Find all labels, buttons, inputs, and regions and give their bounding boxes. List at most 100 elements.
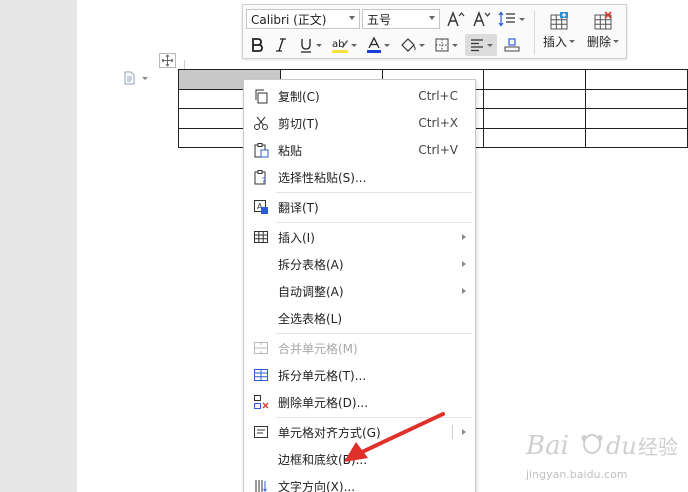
delete-button[interactable]: 删除 [578,11,628,57]
translate-icon: A [252,199,270,215]
grow-font-button[interactable] [445,8,467,30]
bold-button[interactable] [247,34,267,56]
cell-align-icon [252,424,270,440]
svg-text:经验: 经验 [638,435,678,459]
table-delete-icon [594,11,612,30]
chevron-down-icon [519,17,525,21]
chevron-down-icon [316,43,322,47]
chevron-down-icon [384,43,390,47]
svg-text:ab: ab [332,39,344,50]
table-insert-icon [550,12,568,30]
table-cell[interactable] [483,108,587,129]
borders-button[interactable] [431,34,461,56]
shrink-font-button[interactable] [471,8,493,30]
menu-item-translate[interactable]: A 翻译(T) [244,194,475,220]
italic-button[interactable] [271,34,291,56]
menu-item-paste[interactable]: 粘贴 Ctrl+V [244,137,475,163]
chevron-down-icon [613,40,619,43]
font-size-select[interactable]: 五号 [362,9,440,29]
menu-item-autofit[interactable]: 自动调整(A) [244,278,475,304]
menu-item-label: 剪切(T) [278,116,319,131]
shrink-font-icon [473,11,491,27]
menu-item-merge-cells: 合并单元格(M) [244,335,475,361]
merge-cells-icon [252,340,270,356]
menu-item-select-table[interactable]: 全选表格(L) [244,305,475,331]
highlight-button[interactable]: ab [329,34,359,56]
chevron-down-icon [419,43,425,47]
cell-alignment-icon [504,38,520,52]
menu-item-label: 拆分单元格(T)... [278,368,367,383]
font-color-button[interactable] [363,34,393,56]
menu-item-shortcut: Ctrl+V [418,143,458,157]
align-button[interactable] [465,34,497,56]
menu-item-copy[interactable]: 复制(C) Ctrl+C [244,83,475,109]
document-icon [124,71,135,85]
menu-item-label: 选择性粘贴(S)... [278,170,367,185]
doc-settings-button[interactable] [122,71,148,85]
paste-icon [252,142,270,158]
copy-icon [252,88,270,104]
menu-item-label: 自动调整(A) [278,284,344,299]
menu-item-shortcut: Ctrl+C [418,89,458,103]
menu-item-split-table[interactable]: 拆分表格(A) [244,251,475,277]
menu-item-paste-special[interactable]: ? 选择性粘贴(S)... [244,164,475,190]
menu-separator [276,333,472,334]
shading-button[interactable] [397,34,427,56]
chevron-down-icon [142,76,148,80]
chevron-down-icon [429,16,435,20]
menu-item-text-direction[interactable]: 文字方向(X)... [244,473,475,492]
menu-item-label: 翻译(T) [278,200,319,215]
menu-item-label: 复制(C) [278,89,320,104]
table-move-handle[interactable] [159,53,176,68]
paint-bucket-icon [401,38,416,52]
svg-text:Bai: Bai [525,431,569,461]
menu-item-insert[interactable]: 插入(I) [244,224,475,250]
italic-icon [276,38,286,52]
split-cells-icon [252,367,270,383]
table-cell[interactable] [483,88,587,109]
menu-item-label: 全选表格(L) [278,311,343,326]
table-cell[interactable] [585,127,688,148]
menu-separator [276,222,472,223]
font-name-select[interactable]: Calibri (正文) [246,9,360,29]
menu-separator [276,192,472,193]
underline-icon [301,39,311,53]
chevron-down-icon [487,43,493,47]
table-cell[interactable] [585,108,688,129]
underline-button[interactable] [295,34,325,56]
menu-item-shortcut: Ctrl+X [418,116,458,130]
line-spacing-button[interactable] [496,8,526,30]
font-name-value: Calibri (正文) [251,12,327,27]
table-cell[interactable] [585,69,688,90]
floating-toolbar: Calibri (正文) 五号 插入 删除 ab [242,4,627,59]
borders-icon [435,38,449,52]
table-insert-icon [252,229,270,245]
watermark-url: jingyan.baidu.com [526,468,628,481]
move-icon [161,54,174,67]
line-spacing-icon [498,11,515,27]
bold-icon [252,38,263,52]
delete-cells-icon [252,394,270,410]
menu-item-split-cells[interactable]: 拆分单元格(T)... [244,362,475,388]
highlighter-icon: ab [332,39,348,53]
submenu-arrow-icon [462,288,466,294]
delete-label: 删除 [586,35,611,49]
menu-item-cut[interactable]: 剪切(T) Ctrl+X [244,110,475,136]
annotation-arrow [344,412,445,462]
cell-alignment-button[interactable] [501,34,523,56]
submenu-arrow-icon [462,429,466,435]
chevron-down-icon [351,43,357,47]
table-cell[interactable] [483,127,587,148]
table-cell[interactable] [585,88,688,109]
scissors-icon [252,115,270,131]
submenu-arrow-icon [462,234,466,240]
svg-text:?: ? [262,177,267,185]
chevron-down-icon [349,16,355,20]
menu-item-label: 文字方向(X)... [278,479,356,492]
submenu-arrow-icon [462,261,466,267]
insert-button[interactable]: 插入 [534,11,584,57]
table-cell[interactable] [483,69,587,90]
menu-item-label: 插入(I) [278,230,315,245]
menu-item-label: 删除单元格(D)... [278,395,369,410]
font-color-icon [367,36,381,53]
